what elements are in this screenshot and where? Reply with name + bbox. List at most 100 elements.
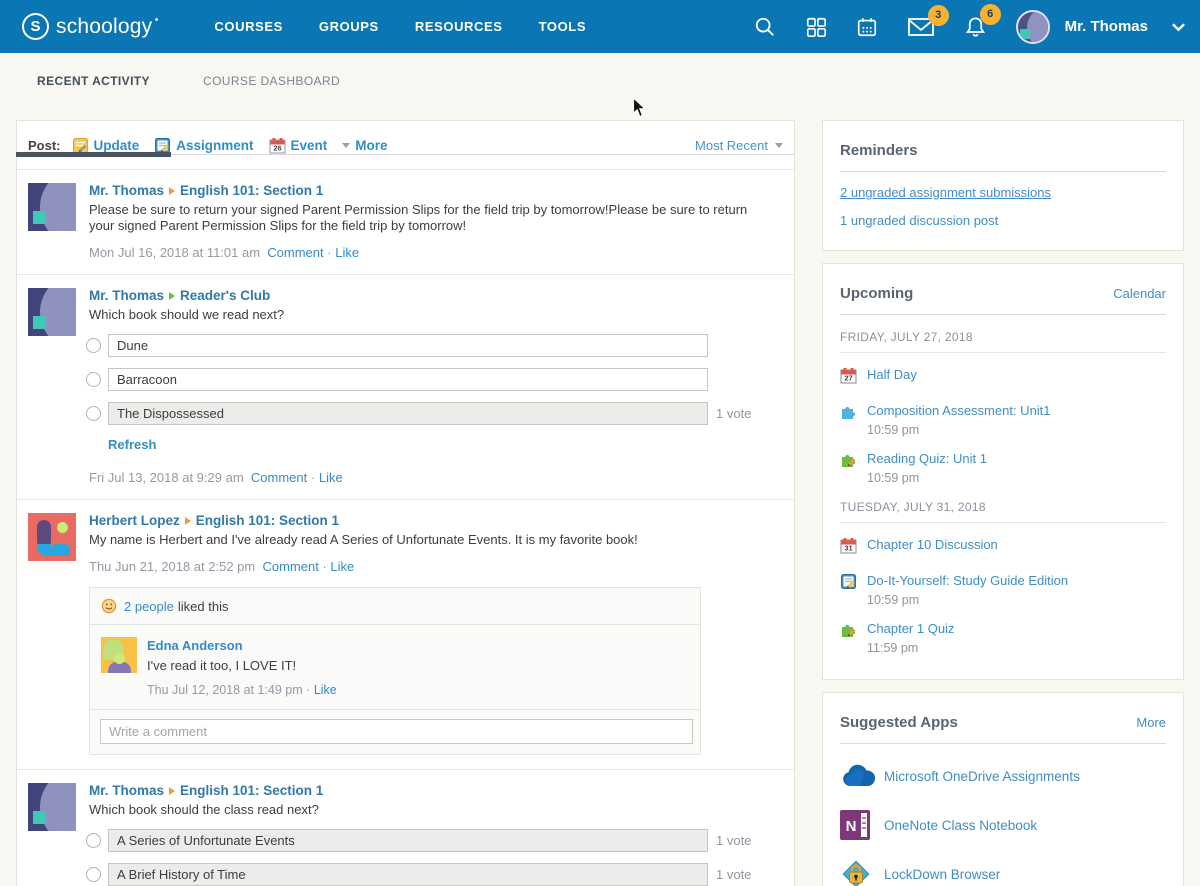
post-header: Mr. Thomas English 101: Section 1 [89, 183, 783, 198]
user-avatar[interactable] [1016, 10, 1050, 44]
poll-option[interactable]: Barracoon [108, 368, 708, 391]
event-link[interactable]: Chapter 1 Quiz [867, 621, 954, 636]
comments-panel: 2 people liked this Edna Anderson I've r… [89, 587, 701, 755]
suggested-app[interactable]: N OneNote Class Notebook [840, 808, 1166, 842]
poll-radio[interactable] [86, 833, 101, 848]
poll-option-row: Barracoon [86, 368, 783, 391]
messages-icon[interactable]: 3 [907, 16, 935, 38]
poll-option[interactable]: A Brief History of Time [108, 863, 708, 886]
primary-nav: COURSES GROUPS RESOURCES TOOLS [214, 19, 586, 34]
post-course-link[interactable]: English 101: Section 1 [180, 183, 323, 198]
nav-item-groups[interactable]: GROUPS [319, 19, 379, 34]
sort-dropdown[interactable]: Most Recent [695, 138, 783, 153]
chevron-down-icon [342, 143, 350, 148]
poll-option[interactable]: Dune [108, 334, 708, 357]
calendar-icon[interactable] [856, 16, 878, 38]
event-time: 10:59 pm [867, 423, 1051, 437]
schoology-s-icon: S [22, 13, 49, 40]
post-timestamp: Mon Jul 16, 2018 at 11:01 am [89, 245, 260, 260]
liked-suffix: liked this [178, 599, 229, 614]
reminder-link[interactable]: 1 ungraded discussion post [840, 213, 1166, 228]
nav-item-tools[interactable]: TOOLS [539, 19, 587, 34]
post-author-link[interactable]: Mr. Thomas [89, 783, 164, 798]
event-link[interactable]: Composition Assessment: Unit1 [867, 403, 1051, 418]
post-label: Post: [28, 138, 61, 153]
post-author-link[interactable]: Mr. Thomas [89, 183, 164, 198]
schoology-logo[interactable]: S schoology [22, 13, 152, 40]
post-timestamp: Fri Jul 13, 2018 at 9:29 am [89, 470, 244, 485]
reminder-link[interactable]: 2 ungraded assignment submissions [840, 185, 1166, 200]
like-link[interactable]: Like [319, 470, 343, 485]
suggested-app[interactable]: Microsoft OneDrive Assignments [840, 759, 1166, 793]
chevron-down-icon [775, 143, 783, 148]
nav-item-resources[interactable]: RESOURCES [415, 19, 503, 34]
nav-item-courses[interactable]: COURSES [214, 19, 283, 34]
upcoming-event: 27 Half Day [840, 367, 1166, 389]
post-body: Which book should the class read next? [89, 802, 761, 818]
tab-course-dashboard[interactable]: COURSE DASHBOARD [203, 74, 340, 88]
poll-option-row: A Brief History of Time 1 vote [86, 863, 783, 886]
breadcrumb-arrow-icon [185, 517, 191, 525]
liked-count-link[interactable]: 2 people [124, 599, 174, 614]
app-link[interactable]: Microsoft OneDrive Assignments [884, 769, 1080, 784]
avatar[interactable] [28, 288, 76, 336]
poll-option-row: The Dispossessed 1 vote [86, 402, 783, 425]
comment: Edna Anderson I've read it too, I LOVE I… [90, 625, 700, 710]
breadcrumb-arrow-icon [169, 787, 175, 795]
post-course-link[interactable]: English 101: Section 1 [180, 783, 323, 798]
post-course-link[interactable]: Reader's Club [180, 288, 270, 303]
svg-text:N: N [846, 818, 857, 835]
app-link[interactable]: OneNote Class Notebook [884, 818, 1037, 833]
calendar-day-icon: 27 [840, 367, 857, 384]
like-link[interactable]: Like [330, 559, 354, 574]
app-link[interactable]: LockDown Browser [884, 867, 1000, 882]
puzzle-green-pencil-icon [840, 451, 857, 468]
breadcrumb-arrow-icon [169, 292, 175, 300]
avatar[interactable] [28, 513, 76, 561]
lockdown-icon [840, 858, 872, 886]
event-icon: 26 [269, 137, 286, 154]
poll-refresh-link[interactable]: Refresh [108, 437, 156, 452]
more-apps-link[interactable]: More [1136, 715, 1166, 730]
assignment-blue-icon [840, 573, 857, 590]
activity-feed-card: Post: Update Assignment 26 Event More Mo… [16, 120, 795, 886]
poll-radio[interactable] [86, 867, 101, 882]
tab-recent-activity[interactable]: RECENT ACTIVITY [16, 74, 171, 88]
apps-grid-icon[interactable] [805, 16, 827, 38]
comment-link[interactable]: Comment [267, 245, 323, 260]
write-comment-input[interactable] [100, 719, 693, 744]
post-event-button[interactable]: 26 Event [269, 137, 328, 154]
user-menu-chevron-icon[interactable] [1171, 22, 1186, 32]
separator: · [306, 683, 310, 697]
poll-option[interactable]: A Series of Unfortunate Events [108, 829, 708, 852]
poll-radio[interactable] [86, 338, 101, 353]
post-author-link[interactable]: Mr. Thomas [89, 288, 164, 303]
search-icon[interactable] [754, 16, 776, 38]
calendar-day-icon: 31 [840, 537, 857, 554]
reminders-title: Reminders [840, 142, 918, 159]
notifications-bell-icon[interactable]: 6 [964, 15, 987, 39]
event-link[interactable]: Reading Quiz: Unit 1 [867, 451, 987, 466]
user-menu[interactable]: Mr. Thomas [1065, 18, 1148, 35]
like-link[interactable]: Like [335, 245, 359, 260]
poll-radio[interactable] [86, 406, 101, 421]
poll-radio[interactable] [86, 372, 101, 387]
event-link[interactable]: Do-It-Yourself: Study Guide Edition [867, 573, 1068, 588]
like-link[interactable]: Like [314, 683, 337, 697]
poll-option[interactable]: The Dispossessed [108, 402, 708, 425]
comment-link[interactable]: Comment [251, 470, 307, 485]
avatar[interactable] [28, 183, 76, 231]
comment-author-link[interactable]: Edna Anderson [147, 638, 243, 653]
avatar[interactable] [101, 637, 137, 673]
post-author-link[interactable]: Herbert Lopez [89, 513, 180, 528]
post-course-link[interactable]: English 101: Section 1 [196, 513, 339, 528]
event-link[interactable]: Chapter 10 Discussion [867, 537, 998, 552]
event-link[interactable]: Half Day [867, 367, 917, 382]
avatar[interactable] [28, 783, 76, 831]
poll-votes: 1 vote [716, 867, 751, 882]
post-more-button[interactable]: More [342, 138, 387, 153]
comment-link[interactable]: Comment [262, 559, 318, 574]
event-time: 10:59 pm [867, 471, 987, 485]
suggested-app[interactable]: LockDown Browser [840, 857, 1166, 886]
calendar-link[interactable]: Calendar [1113, 286, 1166, 301]
